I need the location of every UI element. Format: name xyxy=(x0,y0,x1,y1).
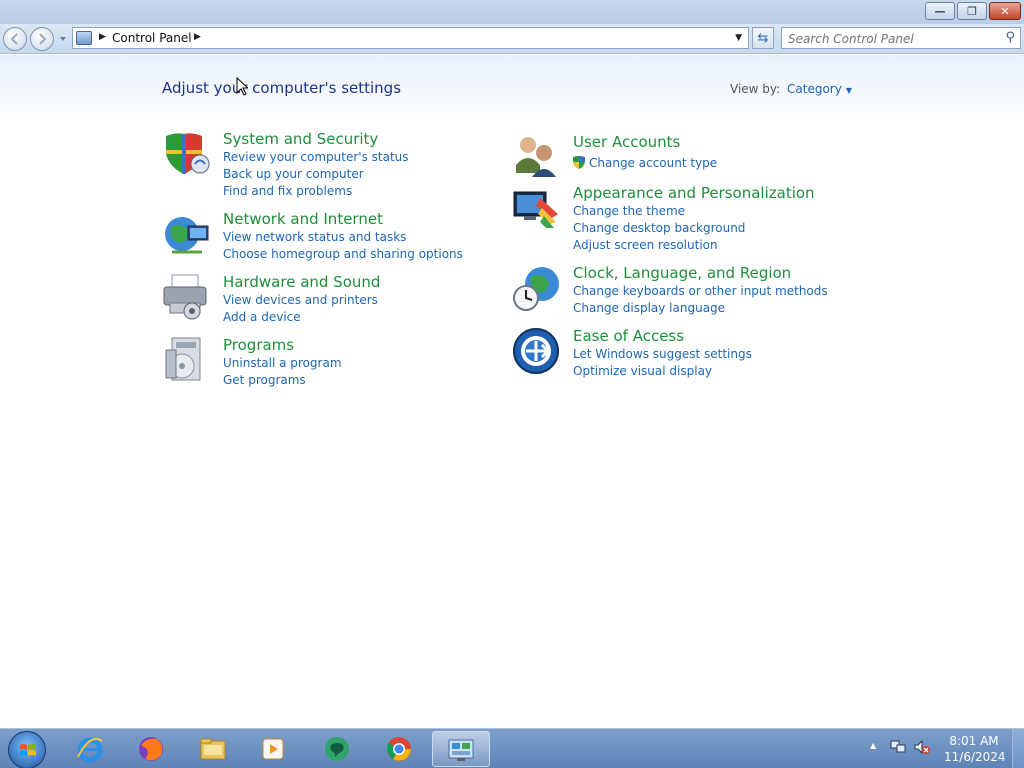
chat-app-icon xyxy=(325,737,349,761)
globe-network-icon[interactable] xyxy=(162,210,210,258)
back-button[interactable] xyxy=(3,27,27,51)
chevron-down-icon[interactable]: ▼ xyxy=(846,86,852,95)
page-title: Adjust your computer's settings xyxy=(162,79,402,97)
clock-date: 11/6/2024 xyxy=(944,750,1006,764)
uac-shield-icon xyxy=(573,156,585,169)
search-box[interactable]: ⚲ xyxy=(781,27,1021,49)
clock-time: 8:01 AM xyxy=(949,734,999,748)
internet-explorer-icon xyxy=(77,737,103,763)
monitor-paint-icon[interactable] xyxy=(512,184,560,232)
control-panel-small-icon xyxy=(76,31,92,45)
taskbar-internet-explorer[interactable] xyxy=(63,731,117,767)
magnifier-icon[interactable]: ⚲ xyxy=(1005,30,1015,45)
category-title[interactable]: System and Security xyxy=(223,130,378,148)
restore-button[interactable]: ❐ xyxy=(957,2,987,20)
search-input[interactable] xyxy=(782,29,992,49)
category-link[interactable]: Change desktop background xyxy=(573,221,745,235)
close-icon: ✕ xyxy=(1000,4,1010,18)
shield-icon[interactable] xyxy=(162,130,210,178)
ease-of-access-icon[interactable] xyxy=(512,327,560,375)
refresh-icon: ⇆ xyxy=(757,30,769,46)
taskbar-control-panel[interactable] xyxy=(432,731,490,767)
category-title[interactable]: Network and Internet xyxy=(223,210,383,228)
category-link[interactable]: Uninstall a program xyxy=(223,356,342,370)
category-link[interactable]: Let Windows suggest settings xyxy=(573,347,752,361)
firefox-icon xyxy=(139,737,163,761)
taskbar-firefox[interactable] xyxy=(124,731,178,767)
category-link[interactable]: Back up your computer xyxy=(223,167,364,181)
address-dropdown-icon[interactable]: ▼ xyxy=(735,33,742,43)
start-button[interactable] xyxy=(8,731,46,768)
navigation-bar: ▶ Control Panel ▶ ▼ ⇆ ⚲ xyxy=(0,24,1024,54)
category-title[interactable]: Clock, Language, and Region xyxy=(573,264,791,282)
category-link[interactable]: Change the theme xyxy=(573,204,685,218)
minimize-icon: — xyxy=(934,4,946,18)
control-panel-icon xyxy=(448,739,474,761)
category-title[interactable]: User Accounts xyxy=(573,133,680,151)
network-icon[interactable] xyxy=(890,739,906,755)
taskbar-chat-app[interactable] xyxy=(310,731,364,767)
category-link[interactable]: Add a device xyxy=(223,310,301,324)
show-desktop-button[interactable] xyxy=(1012,729,1024,768)
main-content: Adjust your computer's settings View by:… xyxy=(0,55,1024,728)
back-arrow-icon xyxy=(10,33,18,45)
view-by-label: View by: xyxy=(730,82,781,96)
window-titlebar: — ❐ ✕ xyxy=(0,0,1024,24)
category-link[interactable]: Find and fix problems xyxy=(223,184,352,198)
programs-icon[interactable] xyxy=(162,336,210,384)
category-link[interactable]: View network status and tasks xyxy=(223,230,406,244)
taskbar-chrome[interactable] xyxy=(372,731,426,767)
address-bar[interactable]: ▶ Control Panel ▶ ▼ xyxy=(72,27,749,49)
category-title[interactable]: Hardware and Sound xyxy=(223,273,380,291)
category-link[interactable]: View devices and printers xyxy=(223,293,378,307)
view-by-value[interactable]: Category xyxy=(787,82,842,96)
recent-pages-icon[interactable] xyxy=(59,35,67,43)
category-link[interactable]: Choose homegroup and sharing options xyxy=(223,247,463,261)
restore-icon: ❐ xyxy=(967,4,977,18)
clock-globe-icon[interactable] xyxy=(512,264,560,312)
category-link[interactable]: Change account type xyxy=(589,156,717,170)
taskbar-file-explorer[interactable] xyxy=(186,731,240,767)
refresh-button[interactable]: ⇆ xyxy=(752,27,774,49)
printer-icon[interactable] xyxy=(162,273,210,321)
close-button[interactable]: ✕ xyxy=(989,2,1021,20)
system-clock[interactable]: 8:01 AM 11/6/2024 xyxy=(944,733,1006,765)
view-by-dropdown[interactable]: Category ▼ xyxy=(787,82,852,96)
file-explorer-icon xyxy=(200,738,226,760)
category-title[interactable]: Appearance and Personalization xyxy=(573,184,815,202)
category-link[interactable]: Optimize visual display xyxy=(573,364,712,378)
breadcrumb-expand-icon[interactable]: ▶ xyxy=(194,32,201,42)
forward-arrow-icon xyxy=(39,33,47,45)
chrome-icon xyxy=(387,737,411,761)
users-icon[interactable] xyxy=(512,133,560,181)
category-link[interactable]: Change display language xyxy=(573,301,725,315)
minimize-button[interactable]: — xyxy=(925,2,955,20)
category-link[interactable]: Review your computer's status xyxy=(223,150,409,164)
category-link[interactable]: Change keyboards or other input methods xyxy=(573,284,828,298)
category-link[interactable]: Get programs xyxy=(223,373,306,387)
windows-logo-icon xyxy=(20,744,36,756)
category-title[interactable]: Ease of Access xyxy=(573,327,684,345)
taskbar-media-player[interactable] xyxy=(246,731,300,767)
speaker-muted-icon[interactable] xyxy=(914,739,930,755)
taskbar: ▲ 8:01 AM 11/6/2024 xyxy=(0,728,1024,768)
breadcrumb-separator-icon[interactable]: ▶ xyxy=(99,32,106,42)
forward-button[interactable] xyxy=(30,27,54,51)
media-player-icon xyxy=(262,738,284,760)
category-title[interactable]: Programs xyxy=(223,336,294,354)
mouse-cursor-icon xyxy=(236,77,248,96)
show-hidden-icons-icon[interactable]: ▲ xyxy=(870,741,876,750)
breadcrumb-control-panel[interactable]: Control Panel xyxy=(112,31,192,45)
category-link[interactable]: Adjust screen resolution xyxy=(573,238,718,252)
